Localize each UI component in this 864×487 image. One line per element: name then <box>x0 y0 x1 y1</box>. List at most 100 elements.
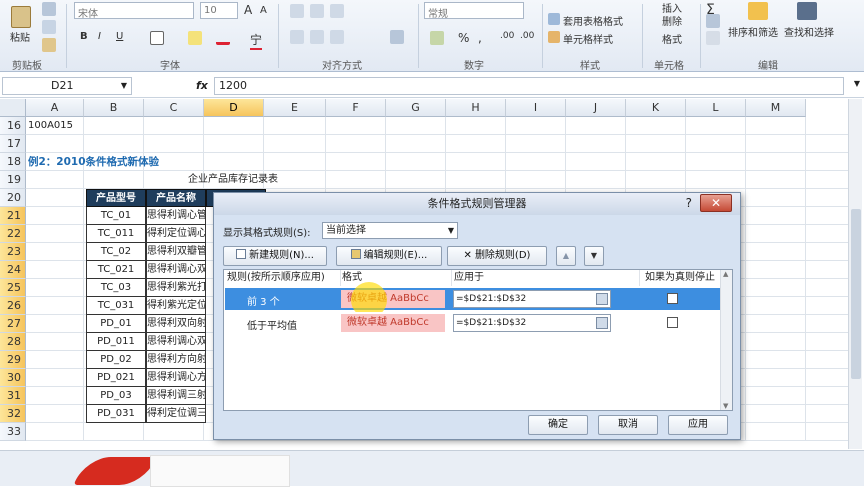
clear-icon[interactable] <box>706 31 720 45</box>
cell-product-name[interactable]: 思得利调心管 <box>146 207 206 225</box>
row-header-22[interactable]: 22 <box>0 225 26 243</box>
stop-if-true-checkbox[interactable] <box>667 293 678 304</box>
name-box[interactable]: D21 ▼ <box>2 77 132 95</box>
cell-product-name[interactable]: 思得利紫光打 <box>146 279 206 297</box>
cell-product-model[interactable]: TC_031 <box>86 297 146 315</box>
number-format-combo[interactable]: 常规 <box>424 2 524 19</box>
sort-filter-button[interactable]: 排序和筛选 <box>728 24 778 39</box>
column-header-l[interactable]: L <box>686 99 746 117</box>
cell-product-model[interactable]: PD_011 <box>86 333 146 351</box>
cell-a16[interactable]: 100A015 <box>28 117 73 135</box>
align-middle-icon[interactable] <box>310 4 324 18</box>
row-header-18[interactable]: 18 <box>0 153 26 171</box>
format-button[interactable]: 格式 <box>662 31 682 46</box>
comma-button[interactable]: , <box>478 31 482 45</box>
row-header-28[interactable]: 28 <box>0 333 26 351</box>
cell-product-name[interactable]: 思得利双向射 <box>146 315 206 333</box>
cut-icon[interactable] <box>42 2 56 16</box>
row-header-19[interactable]: 19 <box>0 171 26 189</box>
delete-button[interactable]: 删除 <box>662 13 682 28</box>
font-color-icon[interactable] <box>216 31 230 45</box>
column-header-h[interactable]: H <box>446 99 506 117</box>
header-product-name[interactable]: 产品名称 <box>146 189 206 207</box>
column-header-e[interactable]: E <box>264 99 326 117</box>
row-header-29[interactable]: 29 <box>0 351 26 369</box>
cell-product-name[interactable]: 得利定位调三 <box>146 405 206 423</box>
row-header-26[interactable]: 26 <box>0 297 26 315</box>
cell-product-name[interactable]: 得利紫光定位 <box>146 297 206 315</box>
align-top-icon[interactable] <box>290 4 304 18</box>
row-header-31[interactable]: 31 <box>0 387 26 405</box>
rules-list[interactable]: 规则(按所示顺序应用) 格式 应用于 如果为真则停止 前 3 个 微软卓越 Aa… <box>223 269 733 411</box>
cell-product-model[interactable]: PD_02 <box>86 351 146 369</box>
rule-row[interactable]: 低于平均值 微软卓越 AaBbCc =$D$21:$D$32 <box>225 312 723 334</box>
cell-product-name[interactable]: 思得利调心双瓣 <box>146 261 206 279</box>
scroll-thumb[interactable] <box>851 209 861 379</box>
new-rule-button[interactable]: 新建规则(N)... <box>223 246 327 266</box>
cell-product-name[interactable]: 思得利调心双向 <box>146 333 206 351</box>
move-down-button[interactable]: ▼ <box>584 246 604 266</box>
column-header-g[interactable]: G <box>386 99 446 117</box>
row-header-24[interactable]: 24 <box>0 261 26 279</box>
cell-product-model[interactable]: PD_03 <box>86 387 146 405</box>
help-button[interactable]: ? <box>686 196 692 210</box>
rule-row-selected[interactable]: 前 3 个 微软卓越 AaBbCc =$D$21:$D$32 <box>225 282 723 318</box>
cell-product-name[interactable]: 思得利调心方向 <box>146 369 206 387</box>
grow-font-button[interactable]: A <box>244 3 252 17</box>
table-format-button[interactable]: 套用表格格式 <box>563 13 623 28</box>
border-icon[interactable] <box>150 31 164 45</box>
rule-applies-to-input[interactable]: =$D$21:$D$32 <box>453 290 611 308</box>
bold-button[interactable]: B <box>80 31 88 42</box>
align-center-icon[interactable] <box>310 30 324 44</box>
scroll-down-icon[interactable]: ▼ <box>723 402 728 410</box>
increase-decimal-button[interactable]: .00 <box>500 31 514 41</box>
paste-button[interactable]: 粘贴 <box>6 4 36 46</box>
align-left-icon[interactable] <box>290 30 304 44</box>
fill-color-icon[interactable] <box>188 31 202 45</box>
copy-icon[interactable] <box>42 20 56 34</box>
font-name-combo[interactable]: 宋体 <box>74 2 194 19</box>
decrease-decimal-button[interactable]: .00 <box>520 31 534 41</box>
show-rules-select[interactable]: 当前选择 ▼ <box>322 222 458 239</box>
cell-product-name[interactable]: 得利定位调心 <box>146 225 206 243</box>
row-header-32[interactable]: 32 <box>0 405 26 423</box>
cell-a18[interactable]: 例2：2010条件格式新体验 <box>28 153 159 171</box>
column-header-j[interactable]: J <box>566 99 626 117</box>
row-header-33[interactable]: 33 <box>0 423 26 441</box>
column-header-b[interactable]: B <box>84 99 144 117</box>
row-header-27[interactable]: 27 <box>0 315 26 333</box>
expand-formula-icon[interactable]: ▼ <box>854 79 860 88</box>
cell-c19[interactable]: 企业产品库存记录表 <box>188 171 278 189</box>
cell-product-model[interactable]: TC_011 <box>86 225 146 243</box>
cancel-button[interactable]: 取消 <box>598 415 658 435</box>
italic-button[interactable]: I <box>98 31 101 42</box>
underline-button[interactable]: U <box>116 31 123 42</box>
find-select-button[interactable]: 查找和选择 <box>784 24 834 39</box>
apply-button[interactable]: 应用 <box>668 415 728 435</box>
cell-product-name[interactable]: 思得利双瓣管 <box>146 243 206 261</box>
wrap-button[interactable]: 宁 <box>250 31 263 50</box>
currency-icon[interactable] <box>430 31 444 45</box>
scroll-up-icon[interactable]: ▲ <box>723 270 728 278</box>
row-header-25[interactable]: 25 <box>0 279 26 297</box>
cell-product-model[interactable]: TC_021 <box>86 261 146 279</box>
range-select-icon[interactable] <box>596 317 608 329</box>
column-header-m[interactable]: M <box>746 99 806 117</box>
rules-list-scrollbar[interactable]: ▲ ▼ <box>720 270 732 410</box>
cell-product-model[interactable]: PD_021 <box>86 369 146 387</box>
dialog-title-bar[interactable]: 条件格式规则管理器 <box>214 193 740 215</box>
vertical-scrollbar[interactable] <box>848 99 862 449</box>
header-product-model[interactable]: 产品型号 <box>86 189 146 207</box>
row-header-20[interactable]: 20 <box>0 189 26 207</box>
cell-product-model[interactable]: TC_02 <box>86 243 146 261</box>
row-header-21[interactable]: 21 <box>0 207 26 225</box>
cell-product-model[interactable]: PD_01 <box>86 315 146 333</box>
font-size-combo[interactable]: 10 <box>200 2 238 19</box>
ok-button[interactable]: 确定 <box>528 415 588 435</box>
fill-icon[interactable] <box>706 14 720 28</box>
column-header-a[interactable]: A <box>26 99 84 117</box>
cell-product-model[interactable]: PD_031 <box>86 405 146 423</box>
merge-center-icon[interactable] <box>390 30 404 44</box>
row-header-16[interactable]: 16 <box>0 117 26 135</box>
rule-applies-to-input[interactable]: =$D$21:$D$32 <box>453 314 611 332</box>
